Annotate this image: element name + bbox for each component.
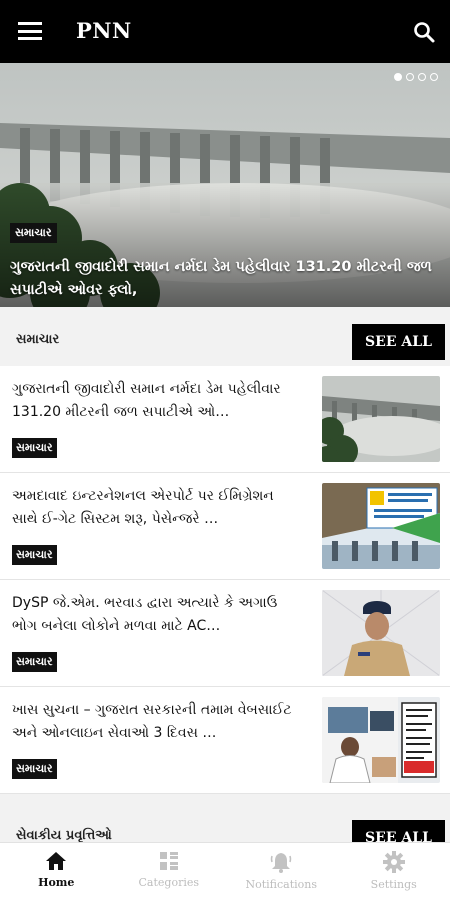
nav-label: Settings <box>371 878 417 891</box>
nav-settings[interactable]: Settings <box>338 843 450 901</box>
bell-icon <box>270 851 292 873</box>
gear-icon <box>383 851 405 873</box>
list-item[interactable]: ખાસ સુચના – ગુજરાત સરકારની તમામ વેબસાઈટ … <box>0 687 450 794</box>
carousel-dot[interactable] <box>430 73 438 81</box>
article-thumbnail <box>322 376 440 462</box>
home-icon <box>45 851 67 871</box>
category-badge: સમાચાર <box>12 759 57 779</box>
article-thumbnail <box>322 697 440 783</box>
article-title: ખાસ સુચના – ગુજરાત સરકારની તમામ વેબસાઈટ … <box>12 699 302 745</box>
app-title: PNN <box>76 18 132 43</box>
hero-headline[interactable]: ગુજરાતની જીવાદોરી સમાન નર્મદા ડેમ પહેલીવ… <box>10 256 440 302</box>
list-item[interactable]: ગુજરાતની જીવાદોરી સમાન નર્મદા ડેમ પહેલીવ… <box>0 366 450 473</box>
category-badge: સમાચાર <box>12 652 57 672</box>
bottom-navigation: Home Categories Notifications Settings <box>0 842 450 901</box>
search-icon[interactable] <box>412 20 436 44</box>
nav-notifications[interactable]: Notifications <box>225 843 338 901</box>
carousel-dot[interactable] <box>418 73 426 81</box>
nav-home[interactable]: Home <box>0 843 113 901</box>
carousel-indicator[interactable] <box>394 73 438 81</box>
article-thumbnail <box>322 590 440 676</box>
hero-category-badge: સમાચાર <box>10 223 57 243</box>
section-title: સમાચાર <box>16 332 59 347</box>
hero-carousel[interactable]: સમાચાર ગુજરાતની જીવાદોરી સમાન નર્મદા ડેમ… <box>0 63 450 307</box>
article-title: ગુજરાતની જીવાદોરી સમાન નર્મદા ડેમ પહેલીવ… <box>12 378 302 424</box>
section-title: સેવાકીય પ્રવૃત્તિઓ <box>16 828 112 843</box>
nav-label: Home <box>38 876 74 889</box>
list-item[interactable]: અમદાવાદ ઇન્ટરનેશનલ એરપોર્ટ પર ઈમિગ્રેશન … <box>0 473 450 580</box>
article-thumbnail <box>322 483 440 569</box>
see-all-button[interactable]: SEE ALL <box>352 324 445 360</box>
article-title: DySP જે.એમ. ભરવાડ દ્વારા અત્યારે કે અગાઉ… <box>12 592 302 638</box>
nav-label: Notifications <box>245 878 317 891</box>
nav-categories[interactable]: Categories <box>113 843 226 901</box>
article-title: અમદાવાદ ઇન્ટરનેશનલ એરપોર્ટ પર ઈમિગ્રેશન … <box>12 485 302 531</box>
article-list: ગુજરાતની જીવાદોરી સમાન નર્મદા ડેમ પહેલીવ… <box>0 366 450 794</box>
menu-icon[interactable] <box>18 22 42 40</box>
carousel-dot[interactable] <box>394 73 402 81</box>
category-badge: સમાચાર <box>12 545 57 565</box>
grid-icon <box>159 851 179 871</box>
nav-label: Categories <box>139 876 200 889</box>
category-badge: સમાચાર <box>12 438 57 458</box>
carousel-dot[interactable] <box>406 73 414 81</box>
list-item[interactable]: DySP જે.એમ. ભરવાડ દ્વારા અત્યારે કે અગાઉ… <box>0 580 450 687</box>
app-bar: PNN <box>0 0 450 63</box>
section-header: સમાચાર SEE ALL <box>0 312 450 368</box>
